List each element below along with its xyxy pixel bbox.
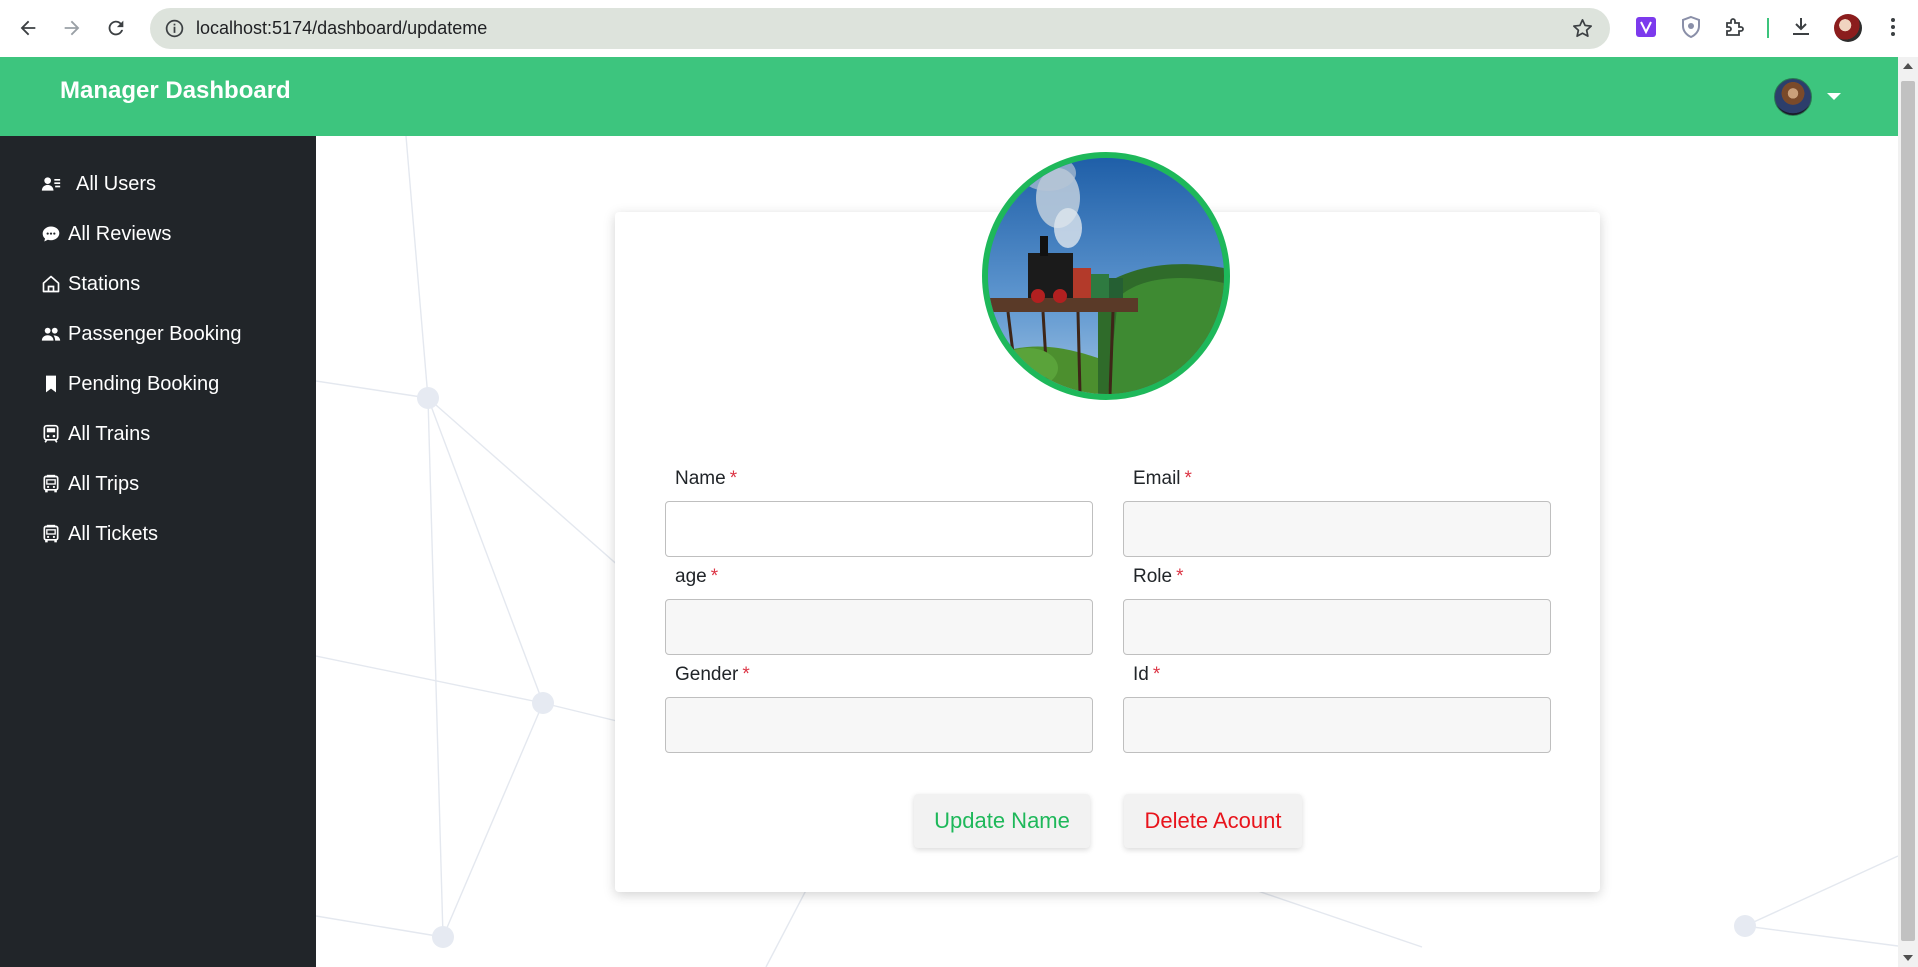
required-mark: * bbox=[1184, 468, 1192, 489]
age-label: age * bbox=[675, 566, 718, 588]
vue-devtools-icon[interactable] bbox=[1633, 14, 1659, 40]
email-input[interactable] bbox=[1123, 501, 1551, 557]
bus-icon bbox=[40, 523, 62, 545]
gender-label-text: Gender bbox=[675, 664, 739, 685]
name-label: Name * bbox=[675, 468, 737, 490]
age-label-text: age bbox=[675, 566, 707, 587]
chat-icon bbox=[40, 223, 62, 245]
sidebar-item-all-tickets[interactable]: All Tickets bbox=[40, 518, 158, 550]
required-mark: * bbox=[1176, 566, 1184, 587]
puzzle-piece-icon[interactable] bbox=[1722, 14, 1748, 40]
sidebar: All Users All Reviews Stations Passenger… bbox=[0, 136, 316, 967]
train-icon bbox=[40, 423, 62, 445]
delete-account-button[interactable]: Delete Acount bbox=[1124, 794, 1302, 848]
sidebar-item-label: Pending Booking bbox=[68, 372, 220, 395]
gender-input[interactable] bbox=[665, 697, 1093, 753]
role-label: Role * bbox=[1133, 566, 1183, 588]
sidebar-item-all-reviews[interactable]: All Reviews bbox=[40, 218, 171, 250]
people-icon bbox=[40, 323, 62, 345]
scroll-down-icon[interactable] bbox=[1903, 955, 1913, 961]
name-label-text: Name bbox=[675, 468, 726, 489]
shield-icon[interactable] bbox=[1678, 14, 1704, 40]
reload-icon[interactable] bbox=[96, 8, 136, 48]
sidebar-item-label: All Reviews bbox=[68, 222, 172, 245]
sidebar-item-label: Stations bbox=[68, 272, 141, 295]
page-title[interactable]: Manager Dashboard bbox=[60, 77, 291, 105]
required-mark: * bbox=[710, 566, 719, 587]
star-icon[interactable] bbox=[1571, 17, 1594, 40]
browser-toolbar: localhost:5174/dashboard/updateme bbox=[0, 0, 1918, 57]
name-input[interactable] bbox=[665, 501, 1093, 557]
users-list-icon bbox=[40, 173, 62, 195]
update-name-button[interactable]: Update Name bbox=[914, 794, 1090, 848]
browser-profile-avatar[interactable] bbox=[1834, 14, 1862, 42]
required-mark: * bbox=[729, 468, 738, 489]
address-bar[interactable]: localhost:5174/dashboard/updateme bbox=[150, 8, 1610, 49]
main-content: Name * Email * age * Role * Gender * Id * Upda… bbox=[316, 136, 1898, 967]
gender-label: Gender * bbox=[675, 664, 750, 686]
steam-train-image bbox=[988, 158, 1224, 394]
back-icon[interactable] bbox=[8, 8, 48, 48]
sidebar-item-label: All Tickets bbox=[68, 522, 159, 545]
email-label: Email * bbox=[1133, 468, 1192, 490]
app-header: Manager Dashboard bbox=[0, 57, 1898, 136]
id-label: Id * bbox=[1133, 664, 1160, 686]
scroll-thumb[interactable] bbox=[1901, 81, 1915, 941]
bookmark-icon bbox=[40, 373, 62, 395]
role-input[interactable] bbox=[1123, 599, 1551, 655]
forward-icon[interactable] bbox=[52, 8, 92, 48]
id-label-text: Id bbox=[1133, 664, 1149, 685]
sidebar-item-label: Passenger Booking bbox=[68, 322, 242, 345]
age-input[interactable] bbox=[665, 599, 1093, 655]
sidebar-item-passenger-booking[interactable]: Passenger Booking bbox=[40, 318, 241, 350]
page-scrollbar[interactable] bbox=[1898, 57, 1918, 967]
sidebar-item-stations[interactable]: Stations bbox=[40, 268, 140, 300]
required-mark: * bbox=[742, 664, 750, 685]
sidebar-item-pending-booking[interactable]: Pending Booking bbox=[40, 368, 219, 400]
profile-photo bbox=[982, 152, 1230, 400]
user-avatar[interactable] bbox=[1774, 78, 1812, 116]
role-label-text: Role bbox=[1133, 566, 1173, 587]
bus-icon bbox=[40, 473, 62, 495]
site-info-icon[interactable] bbox=[164, 18, 185, 39]
toolbar-divider bbox=[1767, 18, 1769, 38]
download-icon[interactable] bbox=[1788, 14, 1814, 40]
sidebar-item-all-trains[interactable]: All Trains bbox=[40, 418, 150, 450]
required-mark: * bbox=[1152, 664, 1161, 685]
id-input[interactable] bbox=[1123, 697, 1551, 753]
url-text[interactable]: localhost:5174/dashboard/updateme bbox=[196, 18, 487, 39]
house-icon bbox=[40, 273, 62, 295]
email-label-text: Email bbox=[1133, 468, 1181, 489]
scroll-up-icon[interactable] bbox=[1903, 63, 1913, 69]
sidebar-item-all-users[interactable]: All Users bbox=[40, 168, 156, 200]
sidebar-item-label: All Trips bbox=[68, 472, 140, 495]
sidebar-item-label: All Users bbox=[76, 172, 157, 195]
vertical-dots-icon[interactable] bbox=[1880, 14, 1906, 40]
sidebar-item-all-trips[interactable]: All Trips bbox=[40, 468, 139, 500]
sidebar-item-label: All Trains bbox=[68, 422, 151, 445]
caret-down-icon[interactable] bbox=[1827, 93, 1841, 100]
